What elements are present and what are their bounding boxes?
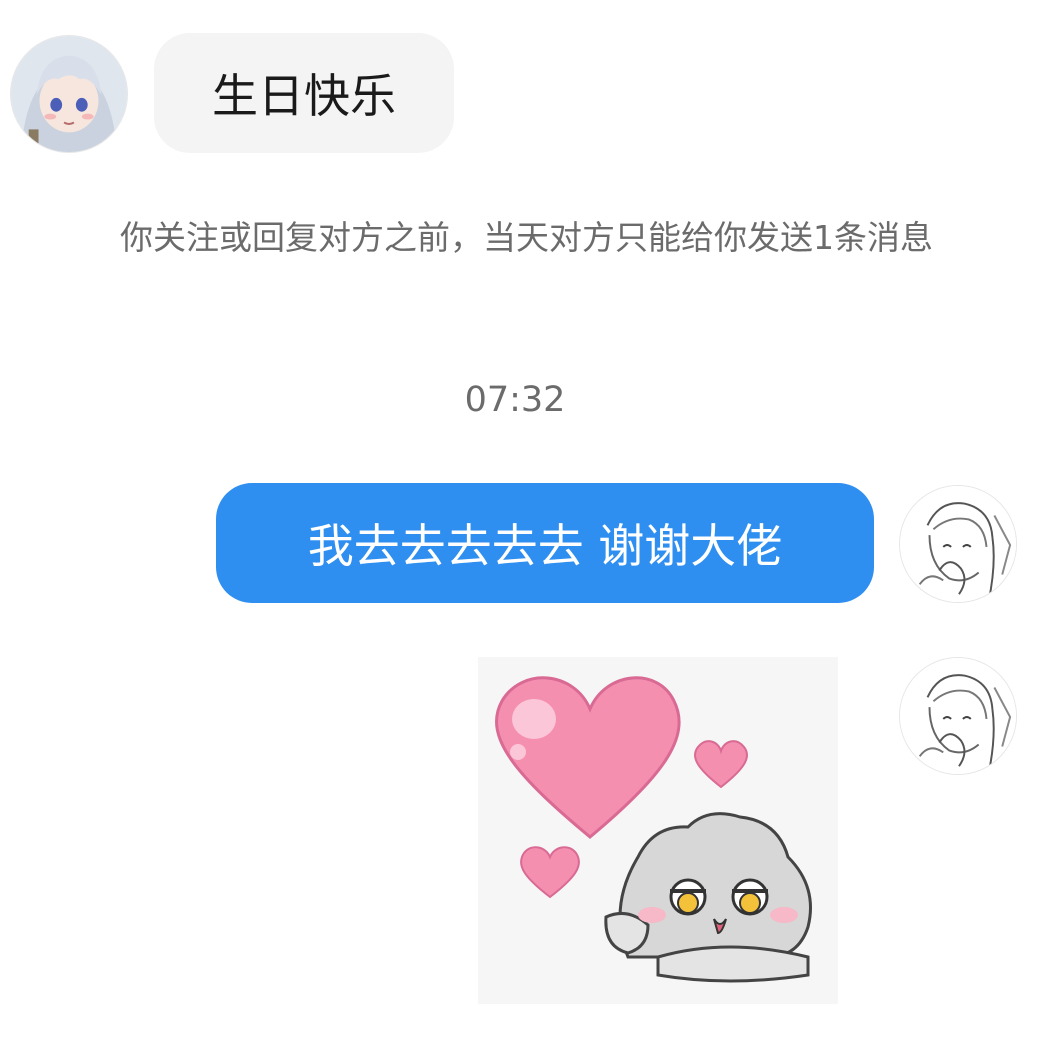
outgoing-message-bubble[interactable]: 我去去去去去 谢谢大佬 [216, 483, 874, 603]
system-notice: 你关注或回复对方之前，当天对方只能给你发送1条消息 [120, 218, 933, 257]
sketch-girl-avatar-icon [900, 486, 1016, 602]
sender-avatar[interactable] [10, 35, 128, 153]
self-avatar[interactable] [899, 485, 1017, 603]
sketch-girl-avatar-icon [900, 658, 1016, 774]
outgoing-message-text: 我去去去去去 谢谢大佬 [307, 519, 783, 573]
anime-girl-avatar-icon [11, 36, 127, 152]
incoming-message-text: 生日快乐 [212, 69, 396, 123]
self-avatar-2[interactable] [899, 657, 1017, 775]
message-timestamp: 07:32 [464, 380, 566, 420]
incoming-message-bubble[interactable]: 生日快乐 [154, 33, 454, 153]
outgoing-sticker[interactable] [478, 657, 838, 1004]
heart-bunny-sticker-icon [495, 676, 812, 983]
